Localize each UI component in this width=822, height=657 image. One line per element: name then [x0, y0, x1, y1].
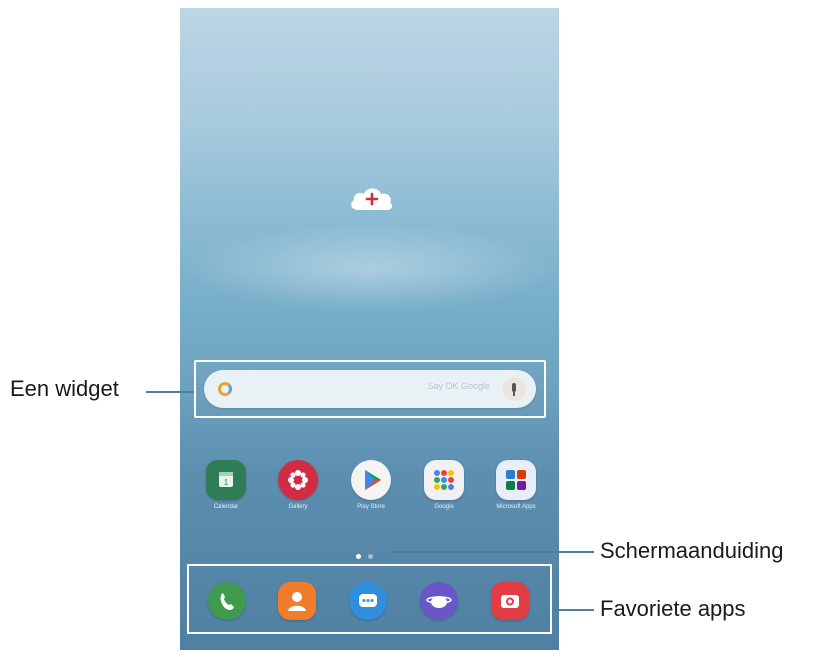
- app-label: Microsoft Apps: [496, 504, 536, 510]
- app-microsoft-folder[interactable]: Microsoft Apps: [490, 460, 542, 510]
- page-dot-active: [356, 554, 361, 559]
- app-gallery[interactable]: Gallery: [272, 460, 324, 510]
- callout-page-indicator-label: Schermaanduiding: [600, 538, 784, 563]
- page-dot: [368, 554, 373, 559]
- add-cloud-icon[interactable]: [348, 184, 396, 212]
- app-calendar[interactable]: 1 Calendar: [200, 460, 252, 510]
- google-search-widget[interactable]: Say OK Google: [204, 370, 536, 408]
- google-g-icon: [218, 382, 232, 396]
- callout-favorites-line: [553, 609, 594, 611]
- callout-widget-label: Een widget: [10, 376, 119, 401]
- home-apps-row: 1 Calendar Gallery Play Store Google Mic…: [200, 460, 545, 520]
- google-folder-icon: [424, 460, 464, 500]
- microsoft-apps-icon: [496, 460, 536, 500]
- phone-icon[interactable]: [208, 582, 246, 620]
- messages-icon[interactable]: [349, 582, 387, 620]
- calendar-icon: 1: [206, 460, 246, 500]
- camera-icon[interactable]: [491, 582, 529, 620]
- search-placeholder: Say OK Google: [427, 381, 490, 391]
- play-store-icon: [351, 460, 391, 500]
- app-label: Google: [434, 504, 454, 510]
- internet-icon[interactable]: [420, 582, 458, 620]
- callout-widget-line: [146, 391, 194, 393]
- gallery-icon: [278, 460, 318, 500]
- callout-favorites-label: Favoriete apps: [600, 596, 746, 621]
- wallpaper-highlight: [180, 223, 559, 313]
- app-label: Gallery: [288, 504, 308, 510]
- app-google-folder[interactable]: Google: [418, 460, 470, 510]
- callout-page-indicator-line: [392, 551, 594, 553]
- widget-highlight-frame: Say OK Google: [194, 360, 546, 418]
- app-label: Play Store: [357, 504, 385, 510]
- page-indicator[interactable]: [356, 554, 386, 560]
- mic-icon[interactable]: [502, 377, 526, 401]
- app-play-store[interactable]: Play Store: [345, 460, 397, 510]
- phone-home-screen: Say OK Google 1 Calendar Gallery Play St…: [180, 8, 559, 650]
- svg-text:1: 1: [224, 478, 229, 487]
- app-label: Calendar: [213, 504, 239, 510]
- favorite-apps-frame: [187, 564, 552, 634]
- contacts-icon[interactable]: [278, 582, 316, 620]
